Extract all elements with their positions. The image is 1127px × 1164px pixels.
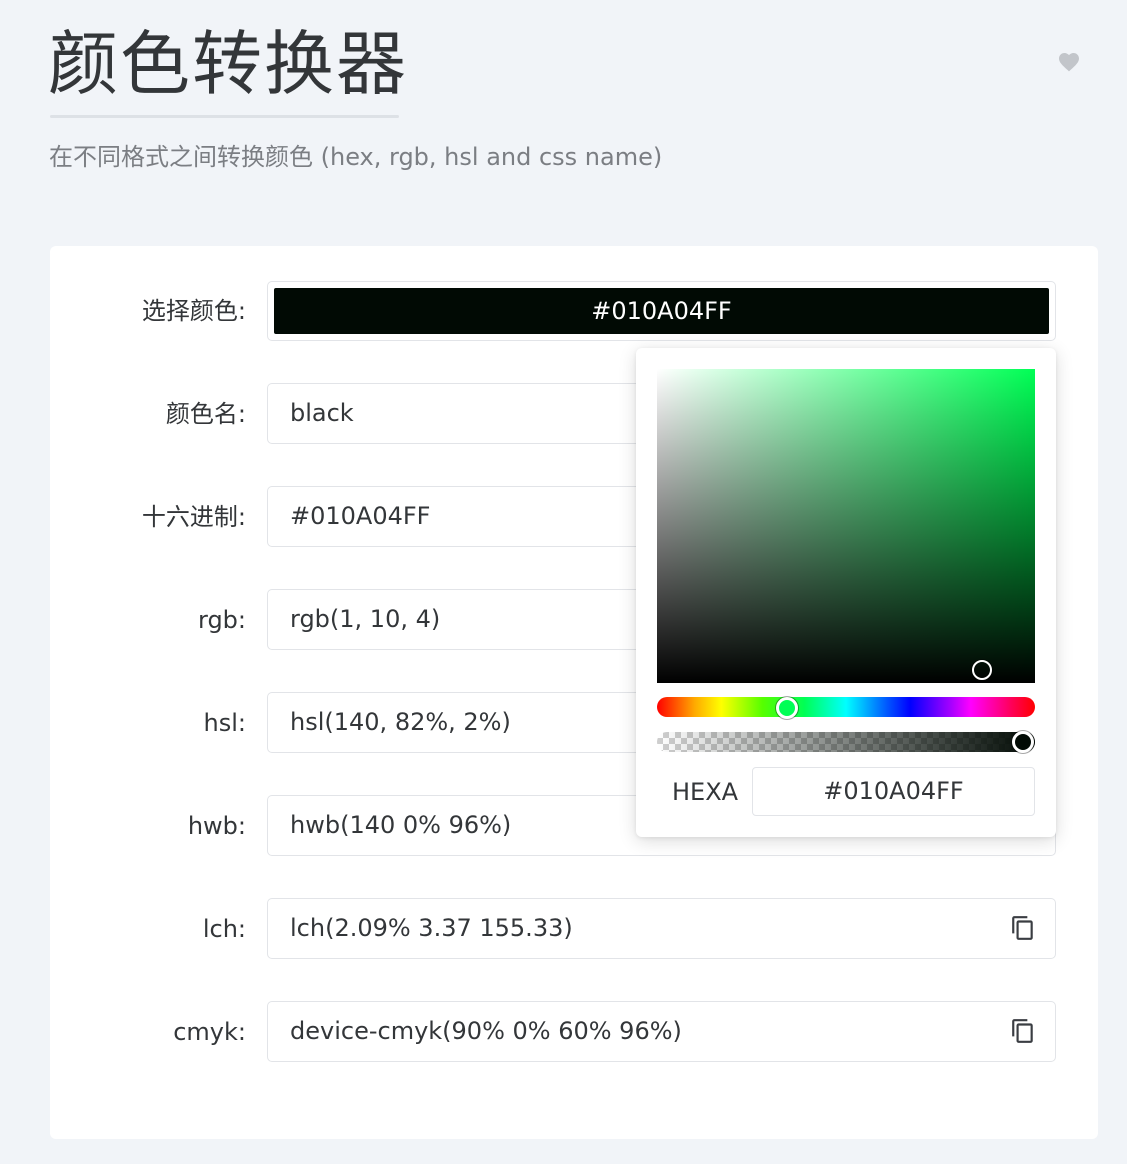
row-label-cmyk: cmyk: [173, 1018, 246, 1046]
color-swatch[interactable]: #010A04FF [274, 288, 1049, 334]
row-label-rgb: rgb: [198, 606, 246, 634]
hue-slider-handle[interactable] [776, 697, 798, 719]
saturation-value-handle[interactable] [972, 660, 992, 680]
hsl-value[interactable]: hsl(140, 82%, 2%) [290, 693, 511, 752]
hwb-value[interactable]: hwb(140 0% 96%) [290, 796, 511, 855]
copy-icon[interactable] [1010, 915, 1036, 941]
row-label-hex: 十六进制: [141, 503, 246, 531]
rgb-value[interactable]: rgb(1, 10, 4) [290, 590, 440, 649]
color-mode-label[interactable]: HEXA [672, 774, 738, 810]
row-label-lch: lch: [202, 915, 246, 943]
lch-field[interactable]: lch(2.09% 3.37 155.33) [267, 898, 1056, 959]
color-picker-field[interactable]: #010A04FF [267, 281, 1056, 341]
color-picker-label: 选择颜色: [141, 297, 246, 325]
alpha-slider-handle[interactable] [1012, 731, 1034, 753]
hex-value[interactable]: #010A04FF [290, 487, 430, 546]
saturation-value-panel[interactable] [657, 369, 1035, 683]
cmyk-value[interactable]: device-cmyk(90% 0% 60% 96%) [290, 1002, 682, 1061]
row-label-name: 颜色名: [165, 400, 246, 428]
row-label-hwb: hwb: [187, 812, 246, 840]
title-underline [50, 115, 399, 118]
cmyk-field[interactable]: device-cmyk(90% 0% 60% 96%) [267, 1001, 1056, 1062]
hexa-input[interactable]: #010A04FF [752, 767, 1035, 816]
lch-value[interactable]: lch(2.09% 3.37 155.33) [290, 899, 573, 958]
color-picker-popup: HEXA #010A04FF [636, 348, 1056, 837]
copy-icon[interactable] [1010, 1018, 1036, 1044]
page-subtitle: 在不同格式之间转换颜色 (hex, rgb, hsl and css name) [49, 143, 663, 171]
hue-slider[interactable] [657, 697, 1035, 717]
color-name-value[interactable]: black [290, 384, 354, 443]
heart-icon[interactable] [1057, 50, 1081, 74]
row-label-hsl: hsl: [203, 709, 246, 737]
alpha-slider[interactable] [657, 732, 1035, 752]
page-title: 颜色转换器 [48, 23, 408, 105]
color-converter-page: 颜色转换器 在不同格式之间转换颜色 (hex, rgb, hsl and css… [0, 0, 1127, 1164]
